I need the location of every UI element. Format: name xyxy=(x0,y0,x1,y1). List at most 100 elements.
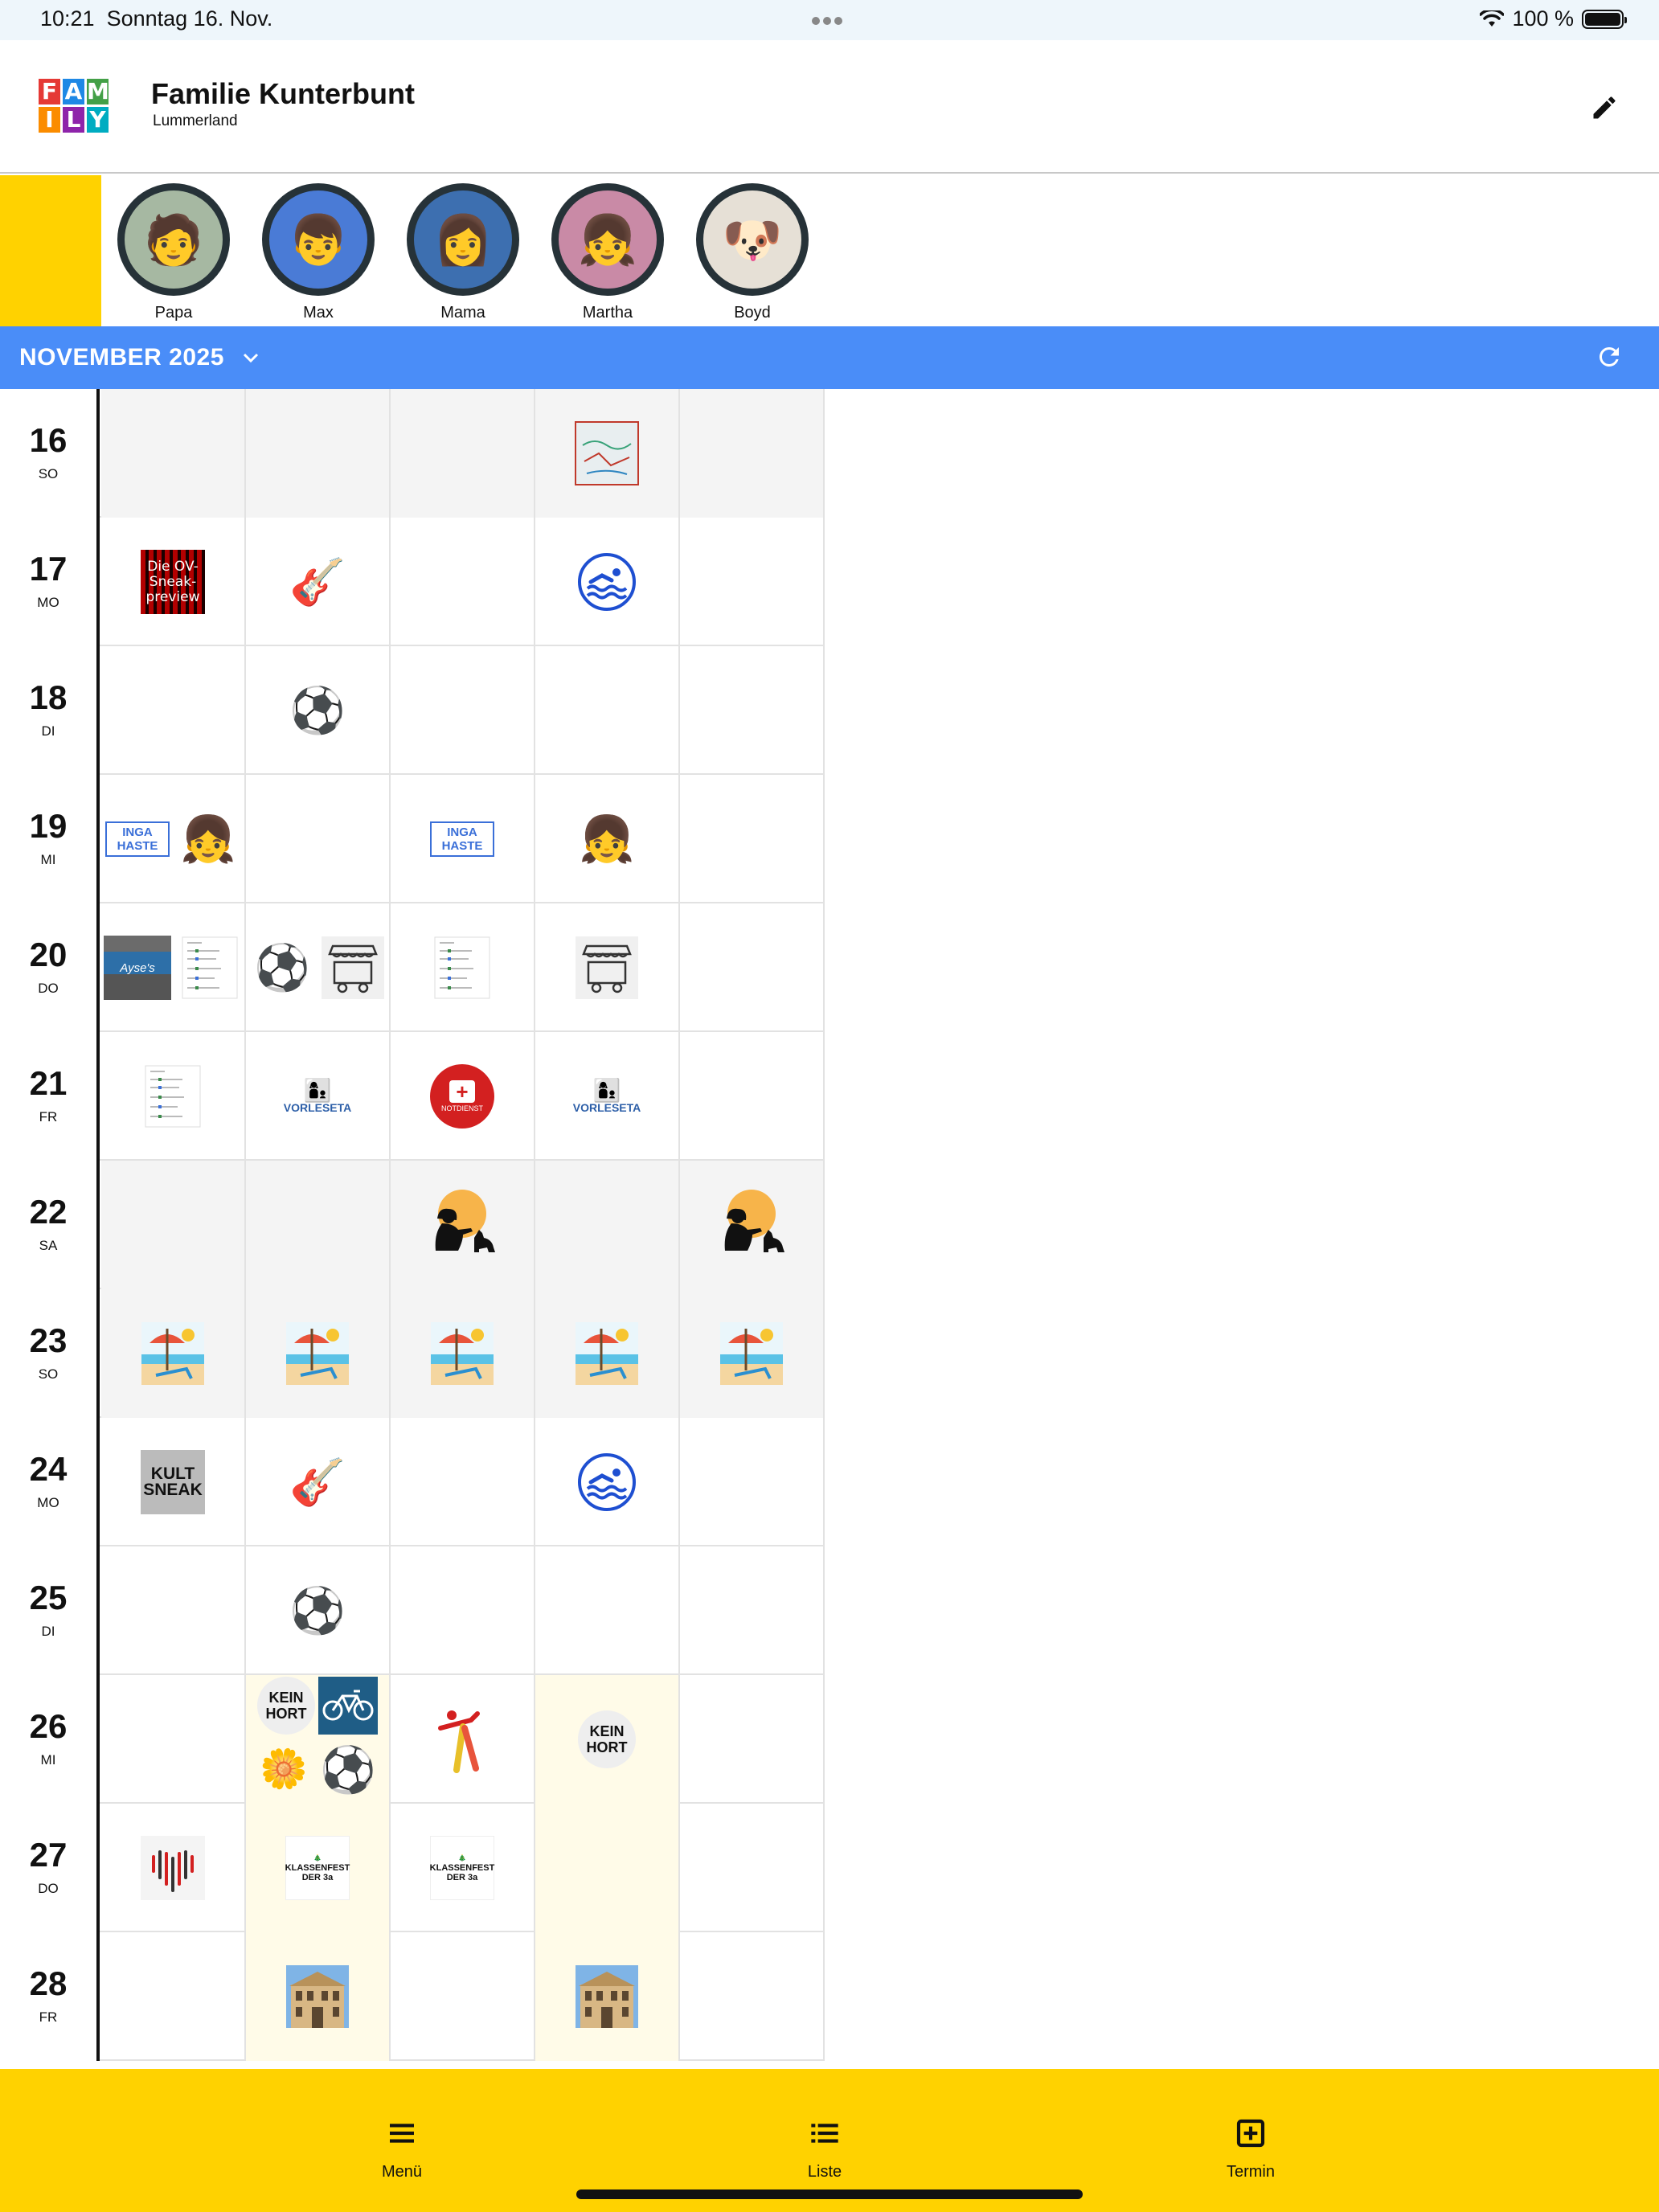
calendar-cell-boyd[interactable] xyxy=(680,646,825,775)
member-avatar-max[interactable]: 👦 Max xyxy=(262,183,375,322)
calendar-cell-martha[interactable]: 👩‍👦 VORLESETA xyxy=(535,1032,680,1161)
member-avatar-martha[interactable]: 👧 Martha xyxy=(551,183,664,322)
notdienst-icon[interactable]: + NOTDIENST xyxy=(430,1064,494,1129)
calendar-cell-papa[interactable] xyxy=(101,1161,246,1289)
calendar-cell-boyd[interactable] xyxy=(680,1932,825,2061)
calendar-cell-boyd[interactable] xyxy=(680,1032,825,1161)
kult-sneak-poster[interactable]: KULT SNEAK xyxy=(141,1450,205,1514)
building-photo[interactable] xyxy=(285,1964,350,2029)
chevron-down-icon[interactable] xyxy=(241,350,260,367)
calendar-cell-boyd[interactable] xyxy=(680,775,825,903)
calendar-cell-max[interactable]: 🎸 xyxy=(246,518,391,646)
inga-haste-logo[interactable]: INGA HASTE xyxy=(105,821,170,857)
multitasking-dots-icon[interactable] xyxy=(812,14,847,25)
calendar-cell-martha[interactable] xyxy=(535,1418,680,1546)
soccer-ball-icon[interactable]: ⚽ xyxy=(285,678,350,743)
calendar-cell-papa[interactable] xyxy=(101,1804,246,1932)
calendar-cell-mama[interactable] xyxy=(391,1675,535,1804)
beach-holiday-icon[interactable] xyxy=(719,1321,784,1386)
kein-hort-badge[interactable]: KEIN HORT xyxy=(257,1677,315,1735)
ayses-photo[interactable]: Ayse's xyxy=(104,936,171,1000)
calendar-cell-papa[interactable]: Die OV-Sneak-preview xyxy=(101,518,246,646)
calendar-cell-max[interactable]: KEIN HORT 🌼 ⚽ xyxy=(246,1675,391,1804)
swimming-icon[interactable] xyxy=(575,550,639,614)
beach-holiday-icon[interactable] xyxy=(285,1321,350,1386)
klassenfest-flyer[interactable]: 🎄 KLASSENFEST DER 3a xyxy=(285,1836,350,1900)
flower-icon[interactable]: 🌼 xyxy=(255,1741,313,1799)
calendar-cell-max[interactable] xyxy=(246,1289,391,1418)
calendar-cell-max[interactable]: 🎸 xyxy=(246,1418,391,1546)
calendar-cell-papa[interactable]: KULT SNEAK xyxy=(101,1418,246,1546)
calendar-cell-martha[interactable] xyxy=(535,646,680,775)
singing-girl-icon[interactable]: 👧 xyxy=(176,807,240,871)
calendar-cell-mama[interactable] xyxy=(391,1161,535,1289)
gymnastics-icon[interactable] xyxy=(430,1707,494,1773)
building-photo[interactable] xyxy=(575,1964,639,2029)
calendar-cell-mama[interactable] xyxy=(391,518,535,646)
heart-chart-icon[interactable] xyxy=(141,1836,205,1900)
swimming-icon[interactable] xyxy=(575,1450,639,1514)
beach-holiday-icon[interactable] xyxy=(141,1321,205,1386)
market-cart-icon[interactable] xyxy=(575,936,639,1000)
vorlesetag-logo[interactable]: 👩‍👦 VORLESETA xyxy=(284,1064,352,1129)
nav-add-event-button[interactable]: Termin xyxy=(1186,2117,1315,2181)
calendar-cell-papa[interactable] xyxy=(101,1932,246,2061)
calendar-cell-martha[interactable] xyxy=(535,1546,680,1675)
schedule-doc[interactable] xyxy=(178,936,242,1000)
soccer-ball-icon[interactable]: ⚽ xyxy=(250,936,314,1000)
calendar-cell-mama[interactable]: 🎄 KLASSENFEST DER 3a xyxy=(391,1804,535,1932)
calendar-cell-martha[interactable] xyxy=(535,1161,680,1289)
member-avatar-boyd[interactable]: 🐶 Boyd xyxy=(696,183,809,322)
calendar-cell-mama[interactable] xyxy=(391,646,535,775)
calendar-cell-martha[interactable] xyxy=(535,518,680,646)
calendar-cell-papa[interactable]: Ayse's xyxy=(101,903,246,1032)
calendar-cell-martha[interactable] xyxy=(535,1289,680,1418)
calendar-cell-mama[interactable] xyxy=(391,903,535,1032)
schedule-doc[interactable] xyxy=(430,936,494,1000)
klassenfest-flyer[interactable]: 🎄 KLASSENFEST DER 3a xyxy=(430,1836,494,1900)
refresh-icon[interactable] xyxy=(1595,342,1624,371)
guitar-icon[interactable]: 🎸 xyxy=(285,1450,350,1514)
calendar-cell-boyd[interactable] xyxy=(680,1418,825,1546)
calendar-cell-martha[interactable]: KEIN HORT xyxy=(535,1675,680,1804)
calendar-cell-papa[interactable] xyxy=(101,1546,246,1675)
calendar-cell-boyd[interactable] xyxy=(680,1161,825,1289)
schedule-doc[interactable] xyxy=(141,1064,205,1129)
calendar-cell-papa[interactable] xyxy=(101,1032,246,1161)
calendar-cell-max[interactable]: ⚽ xyxy=(246,903,391,1032)
beach-holiday-icon[interactable] xyxy=(575,1321,639,1386)
edit-pencil-icon[interactable] xyxy=(1590,93,1619,122)
vorlesetag-logo[interactable]: 👩‍👦 VORLESETA xyxy=(573,1064,641,1129)
guitar-icon[interactable]: 🎸 xyxy=(285,550,350,614)
sneak-preview-poster[interactable]: Die OV-Sneak-preview xyxy=(141,550,205,614)
calendar-cell-boyd[interactable] xyxy=(680,1675,825,1804)
calendar-cell-martha[interactable]: 👧 xyxy=(535,775,680,903)
calendar-cell-mama[interactable]: INGA HASTE xyxy=(391,775,535,903)
map-image[interactable] xyxy=(575,421,639,485)
member-avatar-mama[interactable]: 👩 Mama xyxy=(407,183,519,322)
inga-haste-logo[interactable]: INGA HASTE xyxy=(430,821,494,857)
calendar-cell-boyd[interactable] xyxy=(680,1289,825,1418)
calendar-cell-boyd[interactable] xyxy=(680,389,825,518)
calendar-cell-max[interactable] xyxy=(246,775,391,903)
calendar-cell-mama[interactable]: + NOTDIENST xyxy=(391,1032,535,1161)
beach-holiday-icon[interactable] xyxy=(430,1321,494,1386)
month-selector[interactable]: NOVEMBER 2025 xyxy=(19,344,224,371)
dog-training-icon[interactable] xyxy=(707,1185,796,1265)
calendar-cell-boyd[interactable] xyxy=(680,518,825,646)
member-avatar-papa[interactable]: 🧑 Papa xyxy=(117,183,230,322)
bicycle-icon[interactable] xyxy=(318,1677,378,1735)
calendar-cell-max[interactable] xyxy=(246,389,391,518)
calendar-cell-mama[interactable] xyxy=(391,1418,535,1546)
soccer-ball-icon[interactable]: ⚽ xyxy=(316,1738,380,1802)
calendar-cell-max[interactable]: 👩‍👦 VORLESETA xyxy=(246,1032,391,1161)
home-indicator[interactable] xyxy=(576,2189,1083,2199)
calendar-cell-max[interactable]: ⚽ xyxy=(246,1546,391,1675)
calendar-cell-papa[interactable] xyxy=(101,389,246,518)
soccer-ball-icon[interactable]: ⚽ xyxy=(285,1579,350,1643)
calendar-cell-boyd[interactable] xyxy=(680,903,825,1032)
calendar-cell-papa[interactable] xyxy=(101,1289,246,1418)
calendar-cell-martha[interactable] xyxy=(535,903,680,1032)
calendar-cell-martha[interactable] xyxy=(535,1804,680,1932)
dog-training-icon[interactable] xyxy=(418,1185,506,1265)
